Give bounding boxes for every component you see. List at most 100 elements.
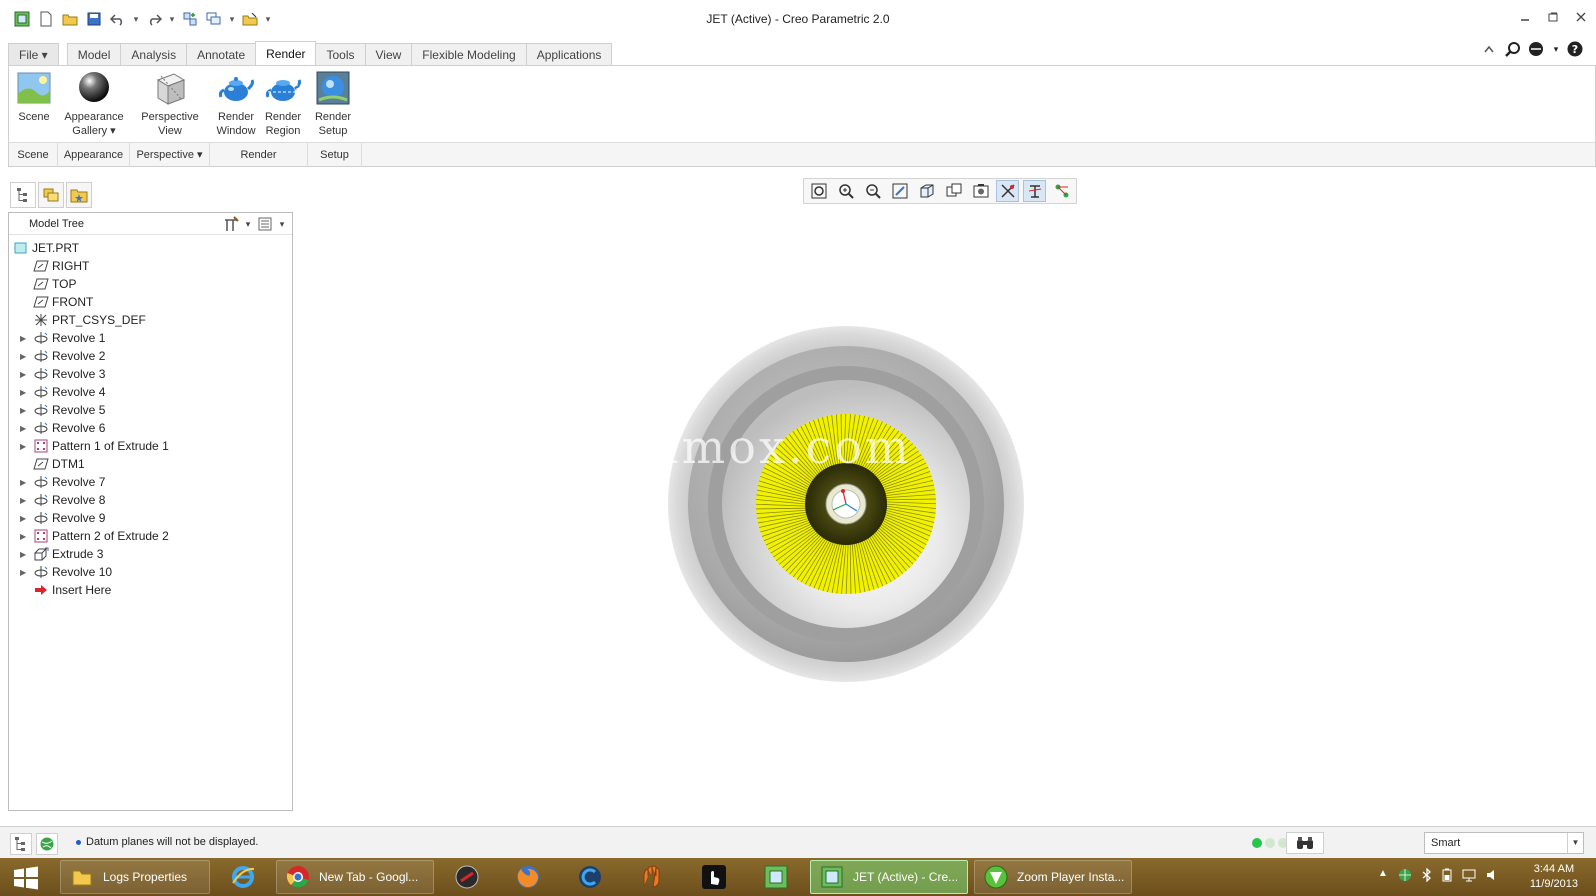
expand-arrow-icon[interactable]: ▶ bbox=[20, 406, 30, 415]
toggle-browser-icon[interactable] bbox=[36, 833, 58, 855]
tab-applications[interactable]: Applications bbox=[525, 43, 613, 65]
tree-item-revolve-10[interactable]: ▶ Revolve 10 bbox=[9, 563, 292, 581]
maximize-icon[interactable] bbox=[1546, 10, 1560, 24]
annotation-display-icon[interactable] bbox=[1050, 180, 1073, 202]
display-style-icon[interactable] bbox=[915, 180, 938, 202]
close-icon[interactable] bbox=[1574, 10, 1588, 24]
start-button[interactable] bbox=[6, 864, 46, 892]
group-perspective[interactable]: Perspective ▾ bbox=[130, 143, 210, 167]
tree-item-revolve-9[interactable]: ▶ Revolve 9 bbox=[9, 509, 292, 527]
favorites-tab-icon[interactable] bbox=[66, 182, 92, 208]
tree-item-right[interactable]: RIGHT bbox=[9, 257, 292, 275]
saved-orientations-icon[interactable] bbox=[942, 180, 965, 202]
expand-arrow-icon[interactable]: ▶ bbox=[20, 496, 30, 505]
network-icon[interactable] bbox=[1462, 868, 1476, 885]
tree-item-revolve-5[interactable]: ▶ Revolve 5 bbox=[9, 401, 292, 419]
zoom-out-icon[interactable] bbox=[861, 180, 884, 202]
taskbar-item-pointer-app[interactable] bbox=[686, 860, 742, 894]
taskbar-item-c-app[interactable] bbox=[562, 860, 618, 894]
taskbar-clock[interactable]: 3:44 AM 11/9/2013 bbox=[1530, 862, 1578, 892]
jet-model-render[interactable] bbox=[666, 324, 1026, 684]
appearance-gallery-button[interactable]: Appearance Gallery ▾ bbox=[61, 70, 127, 138]
tree-item-revolve-7[interactable]: ▶ Revolve 7 bbox=[9, 473, 292, 491]
expand-arrow-icon[interactable]: ▶ bbox=[20, 532, 30, 541]
selection-filter-select[interactable]: Smart ▼ bbox=[1424, 832, 1584, 854]
search-icon[interactable] bbox=[1504, 40, 1522, 58]
tab-tools[interactable]: Tools bbox=[315, 43, 366, 65]
tab-analysis[interactable]: Analysis bbox=[120, 43, 188, 65]
perspective-view-button[interactable]: Perspective View bbox=[137, 70, 203, 138]
expand-arrow-icon[interactable]: ▶ bbox=[20, 550, 30, 559]
taskbar-item-internet-explorer[interactable] bbox=[216, 860, 270, 894]
expand-arrow-icon[interactable]: ▶ bbox=[20, 568, 30, 577]
expand-arrow-icon[interactable]: ▶ bbox=[20, 514, 30, 523]
tree-item-dtm1[interactable]: DTM1 bbox=[9, 455, 292, 473]
expand-arrow-icon[interactable]: ▶ bbox=[20, 478, 30, 487]
taskbar-item-chrome[interactable]: New Tab - Googl... bbox=[276, 860, 434, 894]
collapse-ribbon-icon[interactable] bbox=[1480, 40, 1498, 58]
taskbar-item-creo-active[interactable]: JET (Active) - Cre... bbox=[810, 860, 968, 894]
tree-item-revolve-6[interactable]: ▶ Revolve 6 bbox=[9, 419, 292, 437]
expand-arrow-icon[interactable]: ▶ bbox=[20, 370, 30, 379]
tab-render[interactable]: Render bbox=[255, 41, 317, 65]
expand-arrow-icon[interactable]: ▶ bbox=[20, 442, 30, 451]
tree-item-prt-csys-def[interactable]: PRT_CSYS_DEF bbox=[9, 311, 292, 329]
volume-icon[interactable] bbox=[1486, 868, 1500, 885]
tree-settings-icon[interactable] bbox=[222, 215, 240, 233]
tree-item-revolve-4[interactable]: ▶ Revolve 4 bbox=[9, 383, 292, 401]
expand-arrow-icon[interactable]: ▶ bbox=[20, 388, 30, 397]
tree-item-revolve-2[interactable]: ▶ Revolve 2 bbox=[9, 347, 292, 365]
tray-expand-icon[interactable]: ▲ bbox=[1378, 868, 1388, 885]
expand-arrow-icon[interactable]: ▶ bbox=[20, 352, 30, 361]
spin-center-icon[interactable] bbox=[1023, 180, 1046, 202]
taskbar-item-glove-app[interactable] bbox=[624, 860, 680, 894]
find-button[interactable] bbox=[1286, 832, 1324, 854]
tree-item-front[interactable]: FRONT bbox=[9, 293, 292, 311]
tree-show-dropdown-icon[interactable]: ▾ bbox=[278, 215, 286, 233]
taskbar-item-firefox[interactable] bbox=[500, 860, 556, 894]
tab-annotate[interactable]: Annotate bbox=[186, 43, 257, 65]
bluetooth-icon[interactable] bbox=[1422, 867, 1432, 885]
tab-model[interactable]: Model bbox=[66, 43, 122, 65]
tree-item-pattern-1[interactable]: ▶ Pattern 1 of Extrude 1 bbox=[9, 437, 292, 455]
render-setup-button[interactable]: Render Setup bbox=[311, 70, 355, 138]
community-dropdown-icon[interactable]: ▾ bbox=[1552, 40, 1560, 58]
minimize-icon[interactable] bbox=[1518, 10, 1532, 24]
coordinate-system-icon bbox=[33, 313, 49, 327]
render-region-button[interactable]: Render Region bbox=[261, 70, 305, 138]
tab-file[interactable]: File ▾ bbox=[8, 43, 59, 65]
toggle-navigator-icon[interactable] bbox=[10, 833, 32, 855]
view-manager-icon[interactable] bbox=[969, 180, 992, 202]
model-tree-tab-icon[interactable] bbox=[10, 182, 36, 208]
folder-browser-tab-icon[interactable] bbox=[38, 182, 64, 208]
taskbar-item-zoom-player[interactable]: Zoom Player Insta... bbox=[974, 860, 1132, 894]
tree-item-extrude-3[interactable]: ▶ Extrude 3 bbox=[9, 545, 292, 563]
taskbar-item-creo-launcher[interactable] bbox=[748, 860, 804, 894]
tree-item-revolve-8[interactable]: ▶ Revolve 8 bbox=[9, 491, 292, 509]
tree-show-icon[interactable] bbox=[256, 215, 274, 233]
help-icon[interactable]: ? bbox=[1566, 40, 1584, 58]
zoom-in-icon[interactable] bbox=[834, 180, 857, 202]
taskbar-item-media[interactable] bbox=[440, 860, 494, 894]
expand-arrow-icon[interactable]: ▶ bbox=[20, 334, 30, 343]
tab-view[interactable]: View bbox=[364, 43, 413, 65]
tree-item-insert-here[interactable]: Insert Here bbox=[9, 581, 292, 599]
scene-button[interactable]: Scene bbox=[13, 70, 55, 124]
refit-icon[interactable] bbox=[807, 180, 830, 202]
datum-display-filters-icon[interactable] bbox=[996, 180, 1019, 202]
tree-item-top[interactable]: TOP bbox=[9, 275, 292, 293]
render-window-button[interactable]: Render Window bbox=[214, 70, 258, 138]
tree-item-revolve-1[interactable]: ▶ Revolve 1 bbox=[9, 329, 292, 347]
battery-icon[interactable] bbox=[1442, 868, 1452, 885]
tree-item-jet-prt[interactable]: JET.PRT bbox=[9, 239, 292, 257]
community-icon[interactable] bbox=[1528, 40, 1546, 58]
network-globe-icon[interactable] bbox=[1398, 868, 1412, 885]
expand-arrow-icon[interactable]: ▶ bbox=[20, 424, 30, 433]
tree-settings-dropdown-icon[interactable]: ▾ bbox=[244, 215, 252, 233]
repaint-icon[interactable] bbox=[888, 180, 911, 202]
model-tree-tools: ▾ ▾ bbox=[222, 215, 286, 233]
tree-item-pattern-2[interactable]: ▶ Pattern 2 of Extrude 2 bbox=[9, 527, 292, 545]
taskbar-item-explorer[interactable]: Logs Properties bbox=[60, 860, 210, 894]
tree-item-revolve-3[interactable]: ▶ Revolve 3 bbox=[9, 365, 292, 383]
tab-flexible-modeling[interactable]: Flexible Modeling bbox=[411, 43, 527, 65]
